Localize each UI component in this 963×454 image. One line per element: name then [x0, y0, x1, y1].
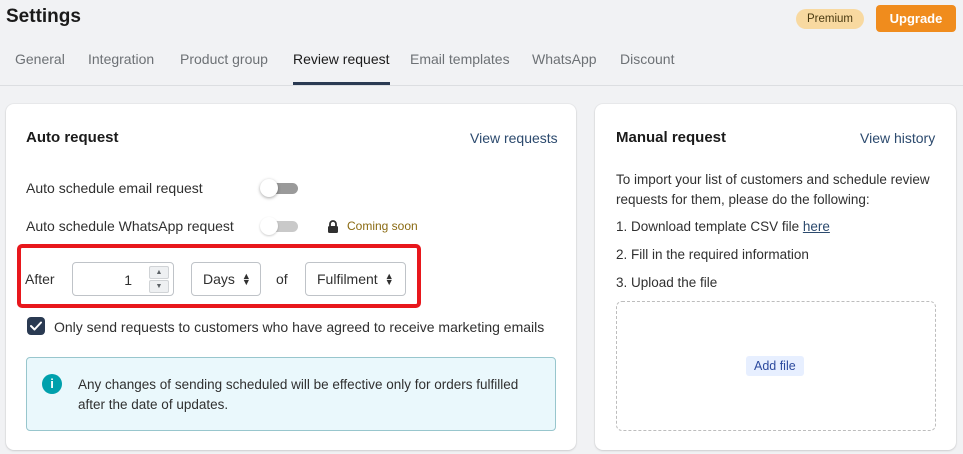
- tab-general[interactable]: General: [15, 51, 65, 82]
- upgrade-button[interactable]: Upgrade: [876, 5, 956, 32]
- of-label: of: [276, 271, 288, 287]
- manual-request-card: Manual request View history To import yo…: [595, 104, 956, 450]
- coming-soon-text: Coming soon: [347, 219, 418, 233]
- email-request-toggle[interactable]: [260, 179, 298, 197]
- page-title: Settings: [6, 6, 81, 27]
- info-banner: i Any changes of sending scheduled will …: [26, 357, 556, 431]
- manual-request-title: Manual request: [616, 129, 727, 146]
- whatsapp-toggle-label: Auto schedule WhatsApp request: [26, 218, 234, 234]
- delay-unit-select[interactable]: Days ▲ ▼: [191, 262, 261, 296]
- info-icon: i: [42, 374, 62, 394]
- trigger-event-select[interactable]: Fulfilment ▲ ▼: [305, 262, 406, 296]
- decrement-button[interactable]: ▼: [149, 280, 169, 293]
- marketing-consent-checkbox[interactable]: [27, 317, 45, 335]
- auto-request-title: Auto request: [26, 129, 119, 146]
- whatsapp-request-toggle: [260, 217, 298, 235]
- coming-soon-note: Coming soon: [327, 219, 418, 233]
- select-caret-icon: ▲ ▼: [384, 271, 394, 287]
- toggle-knob: [260, 179, 278, 197]
- tab-product-group[interactable]: Product group: [180, 51, 268, 82]
- trigger-event-value: Fulfilment: [317, 271, 378, 287]
- view-history-link[interactable]: View history: [860, 130, 935, 146]
- step-download-text: 1. Download template CSV file: [616, 219, 803, 234]
- auto-request-card: Auto request View requests Auto schedule…: [6, 104, 576, 450]
- email-toggle-label: Auto schedule email request: [26, 180, 203, 196]
- manual-intro: To import your list of customers and sch…: [616, 172, 930, 207]
- delay-unit-value: Days: [203, 271, 235, 287]
- info-text: Any changes of sending scheduled will be…: [78, 377, 519, 412]
- step-fill: 2. Fill in the required information: [616, 247, 809, 262]
- select-caret-icon: ▲ ▼: [241, 271, 251, 287]
- file-dropzone[interactable]: Add file: [616, 301, 936, 431]
- after-label: After: [25, 271, 55, 287]
- premium-badge: Premium: [796, 9, 865, 29]
- delay-value: 1: [124, 272, 132, 288]
- delay-number-input[interactable]: 1 ▲ ▼: [72, 262, 174, 296]
- increment-button[interactable]: ▲: [149, 266, 169, 279]
- tab-review-request[interactable]: Review request: [293, 51, 390, 85]
- lock-icon: [327, 219, 339, 233]
- tab-discount[interactable]: Discount: [620, 51, 674, 82]
- step-download: 1. Download template CSV file here: [616, 217, 830, 237]
- toggle-knob: [260, 217, 278, 235]
- download-template-link[interactable]: here: [803, 219, 830, 234]
- tab-email-templates[interactable]: Email templates: [410, 51, 510, 82]
- view-requests-link[interactable]: View requests: [470, 130, 558, 146]
- step-upload: 3. Upload the file: [616, 275, 718, 290]
- checkmark-icon: [30, 321, 42, 331]
- tab-whatsapp[interactable]: WhatsApp: [532, 51, 597, 82]
- add-file-button[interactable]: Add file: [746, 356, 804, 376]
- tab-integration[interactable]: Integration: [88, 51, 154, 82]
- marketing-consent-label: Only send requests to customers who have…: [54, 319, 545, 335]
- settings-tabs: General Integration Product group Review…: [0, 40, 963, 86]
